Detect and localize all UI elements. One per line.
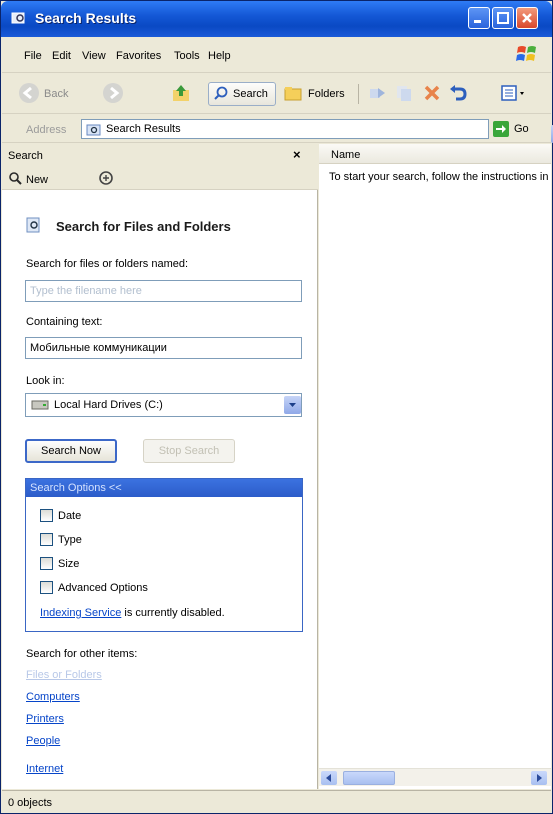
copy-to-button[interactable] xyxy=(394,82,414,106)
scroll-right-icon[interactable] xyxy=(531,771,547,785)
address-bar: Address Search Results Go xyxy=(2,115,553,143)
move-to-button[interactable] xyxy=(368,82,388,106)
indexing-status-text: is currently disabled. xyxy=(124,607,225,619)
indexing-status: Indexing Service is currently disabled. xyxy=(40,607,225,619)
advanced-options-checkbox[interactable] xyxy=(40,581,53,594)
look-in-select[interactable]: Local Hard Drives (C:) xyxy=(25,393,302,417)
undo-button[interactable] xyxy=(448,82,468,106)
delete-button[interactable] xyxy=(422,82,442,106)
views-grid-icon xyxy=(500,83,528,106)
new-search-button[interactable]: New xyxy=(8,171,48,188)
option-size[interactable]: Size xyxy=(40,557,79,570)
date-checkbox[interactable] xyxy=(40,509,53,522)
standard-toolbar: Back Search Folders xyxy=(2,74,551,114)
link-printers[interactable]: Printers xyxy=(26,713,64,725)
search-toolbar-button[interactable]: Search xyxy=(208,82,276,106)
back-button[interactable]: Back xyxy=(18,82,68,106)
close-button[interactable] xyxy=(516,7,538,29)
maximize-button[interactable] xyxy=(492,7,514,29)
results-pane: Name To start your search, follow the in… xyxy=(319,144,551,789)
containing-text-input[interactable]: Мобильные коммуникации xyxy=(25,337,302,359)
status-text: 0 objects xyxy=(8,797,53,809)
menu-tools[interactable]: Tools xyxy=(174,50,200,62)
link-internet[interactable]: Internet xyxy=(26,763,63,775)
search-companion-icon[interactable] xyxy=(98,170,114,189)
search-now-button[interactable]: Search Now xyxy=(25,439,117,463)
link-files-or-folders[interactable]: Files or Folders xyxy=(26,669,102,681)
link-people[interactable]: People xyxy=(26,735,60,747)
menu-help[interactable]: Help xyxy=(208,50,231,62)
delete-x-icon xyxy=(422,83,442,106)
other-items-title: Search for other items: xyxy=(26,648,138,660)
address-field[interactable]: Search Results xyxy=(81,119,553,143)
hard-drive-icon xyxy=(31,400,49,413)
search-options-header[interactable]: Search Options << xyxy=(26,479,302,497)
search-files-icon xyxy=(26,216,42,237)
look-in-value: Local Hard Drives (C:) xyxy=(54,399,163,411)
folders-button[interactable]: Folders xyxy=(284,82,345,106)
look-in-label: Look in: xyxy=(26,375,65,387)
address-label: Address xyxy=(26,124,67,136)
folders-icon xyxy=(284,84,304,105)
up-folder-button[interactable] xyxy=(170,82,192,106)
search-folder-icon xyxy=(86,122,102,139)
option-date[interactable]: Date xyxy=(40,509,81,522)
search-options-panel: Search Options << Date Type Size Advance… xyxy=(25,478,303,632)
menu-file[interactable]: File xyxy=(24,50,42,62)
title-bar[interactable]: Search Results xyxy=(1,1,552,37)
search-window-icon xyxy=(11,10,27,26)
menu-bar: File Edit View Favorites Tools Help xyxy=(2,37,551,73)
minimize-button[interactable] xyxy=(468,7,490,29)
menu-favorites[interactable]: Favorites xyxy=(116,50,161,62)
menu-edit[interactable]: Edit xyxy=(52,50,71,62)
name-field-label: Search for files or folders named: xyxy=(26,258,189,270)
search-pane-title: Search xyxy=(8,150,43,162)
search-pane-toolbar: New xyxy=(2,166,318,190)
window-title: Search Results xyxy=(35,10,137,26)
search-pane-header: Search × xyxy=(2,144,318,166)
magnifier-icon xyxy=(213,85,229,104)
search-results-window: Search Results File Edit View Favorites … xyxy=(0,0,553,814)
scroll-left-icon[interactable] xyxy=(321,771,337,785)
windows-logo-icon xyxy=(516,43,538,65)
go-button[interactable]: Go xyxy=(493,120,545,138)
type-checkbox[interactable] xyxy=(40,533,53,546)
forward-arrow-icon xyxy=(102,82,124,107)
menu-view[interactable]: View xyxy=(82,50,106,62)
search-section-title: Search for Files and Folders xyxy=(26,216,231,237)
horizontal-scrollbar[interactable] xyxy=(319,768,551,786)
status-bar: 0 objects xyxy=(2,790,551,813)
back-arrow-icon xyxy=(18,82,40,107)
option-type[interactable]: Type xyxy=(40,533,82,546)
results-hint: To start your search, follow the instruc… xyxy=(329,171,551,183)
new-search-icon xyxy=(8,171,22,188)
size-checkbox[interactable] xyxy=(40,557,53,570)
forward-button[interactable] xyxy=(102,82,124,106)
stop-search-button[interactable]: Stop Search xyxy=(143,439,235,463)
option-advanced[interactable]: Advanced Options xyxy=(40,581,148,594)
address-value: Search Results xyxy=(106,123,181,135)
undo-icon xyxy=(448,83,468,106)
column-header-name[interactable]: Name xyxy=(319,144,551,164)
views-button[interactable] xyxy=(500,82,528,106)
containing-text-label: Containing text: xyxy=(26,316,103,328)
look-in-dropdown-icon[interactable] xyxy=(284,396,301,414)
indexing-service-link[interactable]: Indexing Service xyxy=(40,607,121,619)
toolbar-separator xyxy=(358,84,359,104)
close-pane-icon[interactable]: × xyxy=(293,147,301,162)
move-to-icon xyxy=(368,83,388,106)
link-computers[interactable]: Computers xyxy=(26,691,80,703)
filename-input[interactable]: Type the filename here xyxy=(25,280,302,302)
copy-to-icon xyxy=(394,83,414,106)
search-pane: Search × New Search for Files and Folder… xyxy=(2,144,318,789)
scrollbar-thumb[interactable] xyxy=(343,771,395,785)
go-arrow-icon xyxy=(493,121,509,137)
up-arrow-icon xyxy=(170,82,192,107)
